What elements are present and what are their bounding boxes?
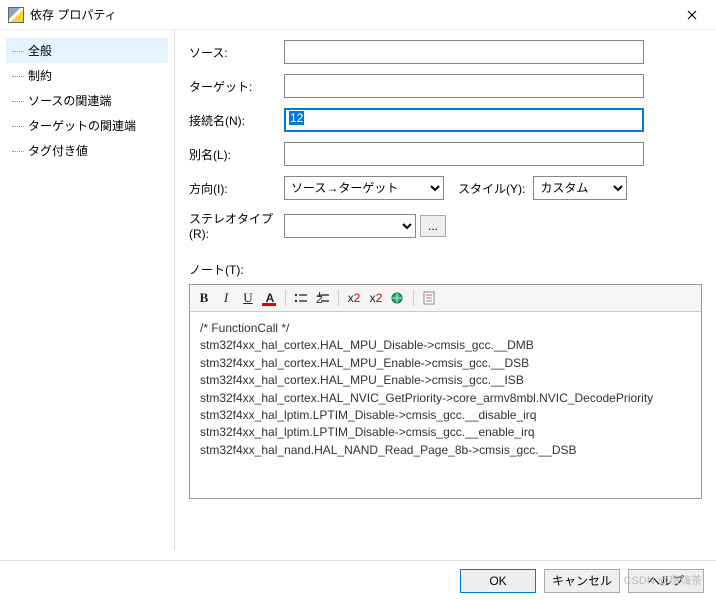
source-label: ソース:: [189, 44, 284, 61]
color-swatch-icon: [262, 303, 276, 306]
app-icon: [8, 7, 24, 23]
toolbar-separator: [413, 290, 414, 306]
direction-select[interactable]: ソース→ターゲット: [284, 176, 444, 200]
note-label: ノート(T):: [189, 261, 702, 278]
name-label: 接続名(N):: [189, 112, 284, 129]
note-textarea[interactable]: /* FunctionCall */ stm32f4xx_hal_cortex.…: [190, 312, 701, 498]
subscript-button[interactable]: x2: [366, 288, 386, 308]
note-line: stm32f4xx_hal_lptim.LPTIM_Disable->cmsis…: [200, 424, 691, 441]
toolbar-separator: [338, 290, 339, 306]
note-line: stm32f4xx_hal_cortex.HAL_MPU_Disable->cm…: [200, 337, 691, 354]
note-line: stm32f4xx_hal_nand.HAL_NAND_Read_Page_8b…: [200, 442, 691, 459]
note-line: /* FunctionCall */: [200, 320, 691, 337]
tree-item-constraints[interactable]: 制約: [6, 63, 168, 88]
tree-label: 制約: [28, 69, 52, 83]
ok-button[interactable]: OK: [460, 569, 536, 593]
help-button[interactable]: ヘルプ: [628, 569, 704, 593]
toolbar-separator: [285, 290, 286, 306]
source-input[interactable]: [284, 40, 644, 64]
note-editor: B I U A 12 x2 x2 /* FunctionCall */ stm3…: [189, 284, 702, 499]
bullet-list-button[interactable]: [291, 288, 311, 308]
title-bar: 依存 プロパティ: [0, 0, 716, 30]
new-note-button[interactable]: [419, 288, 439, 308]
stereotype-browse-button[interactable]: ...: [420, 215, 446, 237]
form-panel: ソース: ターゲット: 接続名(N): 12 別名(L): 方向(I): ソース…: [175, 30, 716, 550]
name-input[interactable]: 12: [284, 108, 644, 132]
font-color-button[interactable]: A: [260, 288, 280, 308]
cancel-button[interactable]: キャンセル: [544, 569, 620, 593]
editor-toolbar: B I U A 12 x2 x2: [190, 285, 701, 312]
italic-button[interactable]: I: [216, 288, 236, 308]
target-input[interactable]: [284, 74, 644, 98]
note-line: stm32f4xx_hal_cortex.HAL_MPU_Enable->cms…: [200, 372, 691, 389]
note-line: stm32f4xx_hal_lptim.LPTIM_Disable->cmsis…: [200, 407, 691, 424]
name-input-value: 12: [289, 111, 304, 125]
globe-icon: [390, 291, 406, 305]
direction-label: 方向(I):: [189, 180, 284, 197]
note-line: stm32f4xx_hal_cortex.HAL_NVIC_GetPriorit…: [200, 390, 691, 407]
hyperlink-button[interactable]: [388, 288, 408, 308]
svg-text:2: 2: [316, 292, 323, 304]
tree-item-source-end[interactable]: ソースの関連端: [6, 88, 168, 113]
alias-input[interactable]: [284, 142, 644, 166]
document-icon: [422, 291, 436, 305]
alias-label: 別名(L):: [189, 146, 284, 163]
numbered-list-icon: 12: [316, 292, 330, 304]
underline-button[interactable]: U: [238, 288, 258, 308]
tree-label: 全般: [28, 44, 52, 58]
dialog-footer: OK キャンセル ヘルプ: [0, 560, 716, 600]
close-icon: [687, 10, 697, 20]
style-select[interactable]: カスタム: [533, 176, 627, 200]
tree-label: ソースの関連端: [28, 94, 111, 108]
numbered-list-button[interactable]: 12: [313, 288, 333, 308]
bold-button[interactable]: B: [194, 288, 214, 308]
stereotype-select[interactable]: [284, 214, 416, 238]
tree-item-target-end[interactable]: ターゲットの関連端: [6, 113, 168, 138]
target-label: ターゲット:: [189, 78, 284, 95]
close-button[interactable]: [672, 1, 712, 29]
tree-label: ターゲットの関連端: [28, 119, 136, 133]
note-line: stm32f4xx_hal_cortex.HAL_MPU_Enable->cms…: [200, 355, 691, 372]
superscript-button[interactable]: x2: [344, 288, 364, 308]
bullet-list-icon: [294, 292, 308, 304]
stereotype-label: ステレオタイプ (R):: [189, 210, 284, 241]
style-label: スタイル(Y):: [458, 180, 525, 197]
tree-label: タグ付き値: [28, 144, 88, 158]
tree-item-general[interactable]: 全般: [6, 38, 168, 63]
tree-item-tagged-values[interactable]: タグ付き値: [6, 138, 168, 163]
window-title: 依存 プロパティ: [30, 6, 672, 23]
main-area: 全般 制約 ソースの関連端 ターゲットの関連端 タグ付き値 ソース: ターゲット…: [0, 30, 716, 550]
nav-tree: 全般 制約 ソースの関連端 ターゲットの関連端 タグ付き値: [0, 30, 175, 550]
